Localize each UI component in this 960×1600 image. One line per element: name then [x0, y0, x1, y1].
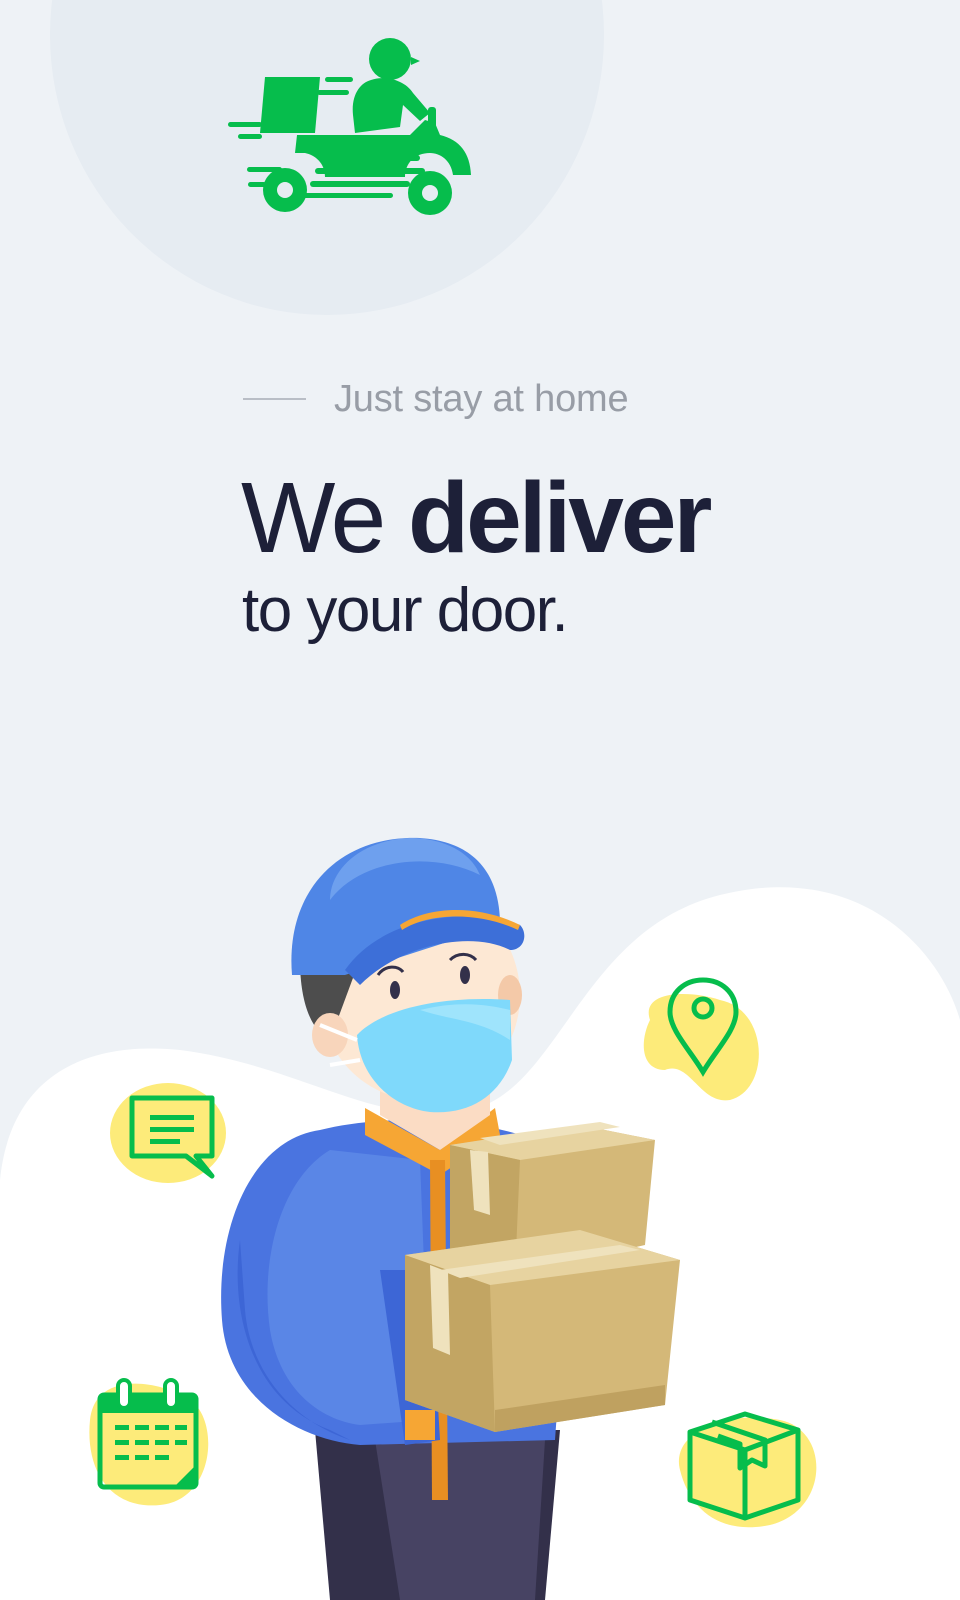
tagline-divider — [243, 398, 306, 400]
delivery-courier-illustration — [0, 837, 960, 1600]
tagline: Just stay at home — [334, 377, 629, 420]
headline-light: We — [241, 462, 386, 574]
delivery-scooter-icon — [228, 38, 471, 215]
splash-screen: Just stay at home We deliver to your doo… — [0, 0, 960, 1600]
tagline-row: Just stay at home — [243, 376, 629, 422]
chat-bubble-icon — [110, 1083, 226, 1183]
headline: We deliver — [241, 458, 712, 578]
subline: to your door. — [242, 576, 569, 645]
headline-bold: deliver — [408, 462, 712, 574]
calendar-icon — [89, 1378, 209, 1506]
